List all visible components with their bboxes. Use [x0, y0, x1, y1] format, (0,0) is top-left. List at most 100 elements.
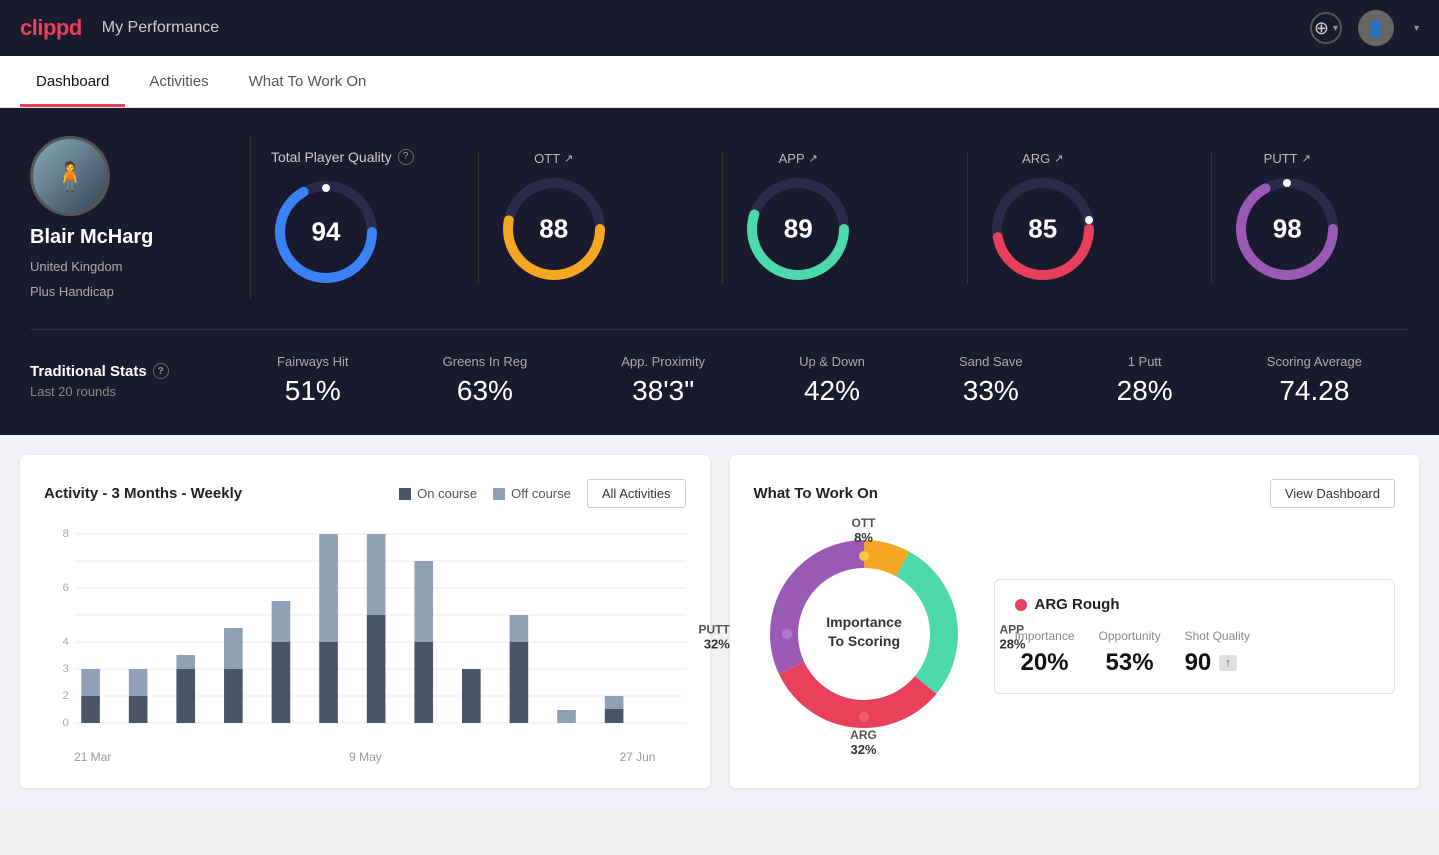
player-name: Blair McHarg — [30, 226, 153, 249]
on-course-dot — [399, 488, 411, 500]
gauge-ott-label: OTT ↗ — [534, 151, 573, 166]
view-dashboard-button[interactable]: View Dashboard — [1270, 479, 1395, 508]
nav-left: clippd My Performance — [20, 15, 219, 41]
chart-label-mar: 21 Mar — [74, 750, 111, 764]
gauge-arg-wrapper: 85 — [988, 174, 1098, 284]
player-handicap: Plus Handicap — [30, 284, 114, 299]
user-chevron-icon: ▾ — [1414, 23, 1419, 34]
gauge-arg: ARG ↗ 85 — [967, 151, 1118, 284]
tab-dashboard[interactable]: Dashboard — [20, 59, 125, 107]
top-nav: clippd My Performance ⊕ ▾ 👤 ▾ — [0, 0, 1439, 56]
chart-label-jun: 27 Jun — [619, 750, 655, 764]
gauge-putt: PUTT ↗ 98 — [1211, 151, 1362, 284]
gauge-putt-label: PUTT ↗ — [1264, 151, 1311, 166]
stat-sand: Sand Save 33% — [959, 354, 1023, 407]
svg-text:8: 8 — [62, 528, 68, 540]
donut-label-arg: ARG 32% — [850, 728, 877, 757]
arrow-icon: ↗ — [1054, 152, 1063, 165]
trad-title: Traditional Stats ? — [30, 363, 230, 380]
gauge-ott-value: 88 — [539, 214, 568, 245]
detail-metrics: Importance 20% Opportunity 53% Shot Qual… — [1015, 629, 1375, 677]
stat-proximity: App. Proximity 38'3" — [621, 354, 705, 407]
svg-text:2: 2 — [62, 690, 68, 702]
chart-label-may: 9 May — [349, 750, 382, 764]
detail-card-title: ARG Rough — [1015, 596, 1375, 613]
gauge-putt-value: 98 — [1273, 214, 1302, 245]
svg-text:To Scoring: To Scoring — [827, 633, 899, 649]
tpq-value: 94 — [312, 216, 341, 247]
svg-text:0: 0 — [62, 717, 68, 729]
bar-chart: 8 6 4 3 2 0 — [44, 524, 686, 744]
gauge-putt-wrapper: 98 — [1232, 174, 1342, 284]
donut-label-putt: PUTT 32% — [699, 622, 730, 651]
tpq-label: Total Player Quality ? — [271, 149, 431, 165]
shot-quality-badge: ↑ — [1219, 655, 1237, 671]
stat-up-down: Up & Down 42% — [799, 354, 865, 407]
legend-on-course: On course — [399, 486, 477, 501]
activity-panel: Activity - 3 Months - Weekly On course O… — [20, 455, 710, 788]
activity-title: Activity - 3 Months - Weekly — [44, 485, 242, 502]
stat-gir: Greens In Reg 63% — [443, 354, 528, 407]
help-icon[interactable]: ? — [398, 149, 414, 165]
wtwo-content: Importance To Scoring OTT 8% APP 28% ARG… — [754, 524, 1396, 749]
arrow-icon: ↗ — [1302, 152, 1311, 165]
svg-text:6: 6 — [62, 582, 68, 594]
gauge-app-label: APP ↗ — [779, 151, 818, 166]
tab-activities[interactable]: Activities — [133, 59, 224, 107]
detail-opportunity: Opportunity 53% — [1099, 629, 1161, 677]
wtwo-panel: What To Work On View Dashboard — [730, 455, 1420, 788]
stat-1putt: 1 Putt 28% — [1117, 354, 1173, 407]
donut-label-app: APP 28% — [999, 622, 1025, 651]
svg-text:4: 4 — [62, 636, 68, 648]
add-button[interactable]: ⊕ ▾ — [1310, 12, 1342, 44]
gauge-row: OTT ↗ 88 APP ↗ — [431, 151, 1409, 284]
tpq-section: Total Player Quality ? 94 — [271, 149, 431, 287]
chart-area: 8 6 4 3 2 0 — [44, 524, 686, 744]
trad-subtitle: Last 20 rounds — [30, 384, 230, 399]
chevron-down-icon: ▾ — [1333, 23, 1338, 34]
gauge-app-wrapper: 89 — [743, 174, 853, 284]
detail-dot — [1015, 599, 1027, 611]
player-info: 🧍 Blair McHarg United Kingdom Plus Handi… — [30, 136, 230, 299]
avatar-placeholder: 👤 — [1367, 20, 1384, 37]
nav-title: My Performance — [102, 19, 219, 37]
wtwo-header: What To Work On View Dashboard — [754, 479, 1396, 508]
donut-label-ott: OTT 8% — [852, 516, 876, 545]
stat-fairways: Fairways Hit 51% — [277, 354, 349, 407]
chart-labels: 21 Mar 9 May 27 Jun — [44, 750, 686, 764]
detail-card: ARG Rough Importance 20% Opportunity 53%… — [994, 579, 1396, 694]
gauge-arg-label: ARG ↗ — [1022, 151, 1063, 166]
stat-items: Fairways Hit 51% Greens In Reg 63% App. … — [230, 354, 1409, 407]
divider — [250, 136, 251, 299]
gauge-arg-value: 85 — [1028, 214, 1057, 245]
donut-container: Importance To Scoring OTT 8% APP 28% ARG… — [754, 524, 974, 749]
nav-right: ⊕ ▾ 👤 ▾ — [1310, 10, 1419, 46]
tab-bar: Dashboard Activities What To Work On — [0, 56, 1439, 108]
app-logo: clippd — [20, 15, 82, 41]
bottom-row: Activity - 3 Months - Weekly On course O… — [0, 435, 1439, 808]
stat-scoring: Scoring Average 74.28 — [1267, 354, 1362, 407]
svg-text:Importance: Importance — [826, 614, 902, 630]
user-avatar-button[interactable]: 👤 — [1358, 10, 1394, 46]
wtwo-title: What To Work On — [754, 485, 878, 502]
all-activities-button[interactable]: All Activities — [587, 479, 686, 508]
tab-what-to-work-on[interactable]: What To Work On — [233, 59, 383, 107]
gauge-app-value: 89 — [784, 214, 813, 245]
help-icon[interactable]: ? — [153, 363, 169, 379]
svg-text:3: 3 — [62, 663, 68, 675]
arrow-icon: ↗ — [564, 152, 573, 165]
stats-panel: 🧍 Blair McHarg United Kingdom Plus Handi… — [0, 108, 1439, 435]
arrow-icon: ↗ — [809, 152, 818, 165]
player-country: United Kingdom — [30, 259, 123, 274]
tpq-gauge: 94 — [271, 177, 381, 287]
gauge-app: APP ↗ 89 — [722, 151, 873, 284]
legend-off-course: Off course — [493, 486, 571, 501]
gauge-ott-wrapper: 88 — [499, 174, 609, 284]
avatar: 🧍 — [30, 136, 110, 216]
detail-shot-quality: Shot Quality 90 ↑ — [1185, 629, 1250, 677]
traditional-stats-row: Traditional Stats ? Last 20 rounds Fairw… — [30, 329, 1409, 407]
gauge-ott: OTT ↗ 88 — [478, 151, 629, 284]
off-course-dot — [493, 488, 505, 500]
activity-header: Activity - 3 Months - Weekly On course O… — [44, 479, 686, 508]
chart-legend: On course Off course — [399, 486, 571, 501]
